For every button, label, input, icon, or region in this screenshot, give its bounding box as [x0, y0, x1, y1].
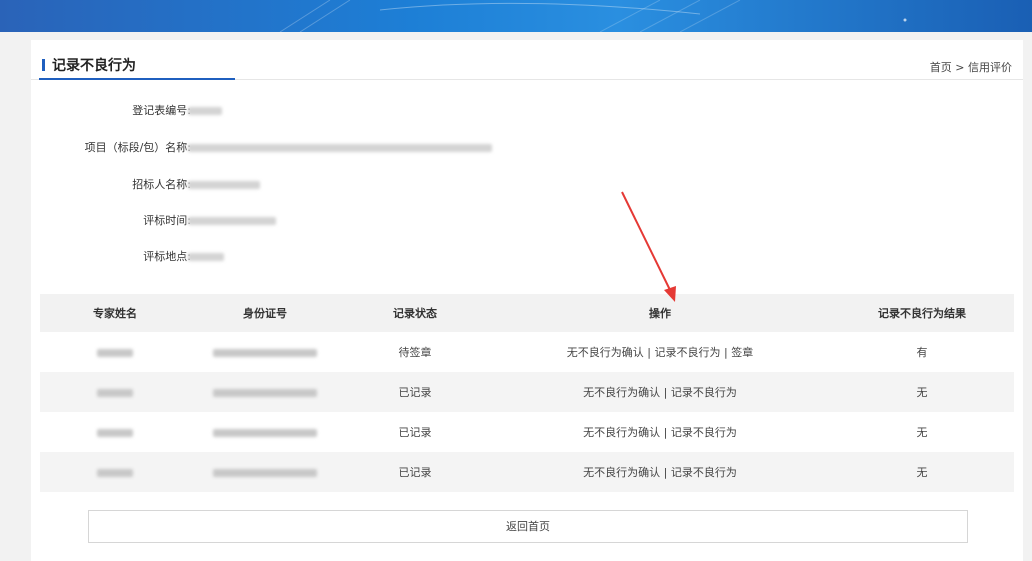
- title-underline: [39, 78, 235, 80]
- record-result-cell: 有: [916, 346, 928, 359]
- info-row-project-name: 项目（标段/包）名称:: [31, 138, 191, 158]
- expert-name-cell: [40, 372, 190, 412]
- header-record-result: 记录不良行为结果: [830, 294, 1014, 332]
- actions-cell[interactable]: 无不良行为确认 | 记录不良行为: [490, 452, 830, 492]
- back-to-home-button[interactable]: 返回首页: [88, 510, 968, 543]
- table-row: 已记录 无不良行为确认 | 记录不良行为 无: [40, 412, 1014, 452]
- expert-name-cell: [40, 452, 190, 492]
- header-actions: 操作: [490, 294, 830, 332]
- tenderer-name-value: [188, 181, 260, 189]
- info-row-evaluation-time: 评标时间:: [31, 211, 191, 231]
- main-panel: 记录不良行为 首页 > 信用评价 登记表编号: 项目（标段/包）名称: 招标人名…: [31, 40, 1023, 561]
- banner-decoration: [279, 0, 907, 32]
- actions-cell[interactable]: 无不良行为确认 | 记录不良行为: [490, 412, 830, 452]
- page-title: 记录不良行为: [52, 58, 136, 74]
- title-accent-bar: [42, 59, 45, 71]
- header-id-number: 身份证号: [190, 294, 340, 332]
- actions-cell[interactable]: 无不良行为确认 | 记录不良行为 | 签章: [490, 332, 830, 372]
- record-status-cell: 已记录: [340, 452, 490, 492]
- id-number-cell: [190, 452, 340, 492]
- info-label: 评标时间:: [143, 214, 191, 227]
- info-row-evaluation-location: 评标地点:: [31, 247, 191, 267]
- table-header-row: 专家姓名 身份证号 记录状态 操作 记录不良行为结果: [40, 294, 1014, 332]
- expert-name-cell: [40, 412, 190, 452]
- info-label: 登记表编号:: [132, 104, 191, 117]
- record-result-cell: 无: [830, 372, 1014, 412]
- title-row: 记录不良行为 首页 > 信用评价: [31, 40, 1023, 80]
- table-row: 已记录 无不良行为确认 | 记录不良行为 无: [40, 452, 1014, 492]
- info-row-tenderer-name: 招标人名称:: [31, 175, 191, 195]
- header-record-status: 记录状态: [340, 294, 490, 332]
- evaluation-time-value: [188, 217, 276, 225]
- record-status-cell: 已记录: [340, 372, 490, 412]
- experts-table: 专家姓名 身份证号 记录状态 操作 记录不良行为结果 待签章 无不良行为确认 |…: [40, 294, 1014, 492]
- breadcrumb[interactable]: 首页 > 信用评价: [930, 59, 1012, 75]
- record-status-cell: 已记录: [398, 426, 432, 439]
- info-row-registration-no: 登记表编号:: [31, 101, 191, 121]
- record-status-cell: 待签章: [398, 346, 432, 359]
- actions-cell[interactable]: 无不良行为确认 | 记录不良行为: [490, 372, 830, 412]
- registration-no-value: [188, 107, 222, 115]
- id-number-cell: [190, 332, 340, 372]
- record-result-cell: 无: [830, 452, 1014, 492]
- info-label: 招标人名称:: [132, 178, 191, 191]
- project-name-value: [188, 144, 492, 152]
- table-row: 待签章 无不良行为确认 | 记录不良行为 | 签章 有: [40, 332, 1014, 372]
- header-expert-name: 专家姓名: [40, 294, 190, 332]
- info-label: 项目（标段/包）名称:: [84, 141, 191, 154]
- table-row: 已记录 无不良行为确认 | 记录不良行为 无: [40, 372, 1014, 412]
- record-result-cell: 无: [916, 426, 928, 439]
- evaluation-location-value: [188, 253, 224, 261]
- expert-name-cell: [40, 332, 190, 372]
- id-number-cell: [190, 372, 340, 412]
- info-label: 评标地点:: [143, 250, 191, 263]
- top-banner: [0, 0, 1032, 32]
- breadcrumb-text[interactable]: 首页 > 信用评价: [930, 61, 1012, 74]
- id-number-cell: [190, 412, 340, 452]
